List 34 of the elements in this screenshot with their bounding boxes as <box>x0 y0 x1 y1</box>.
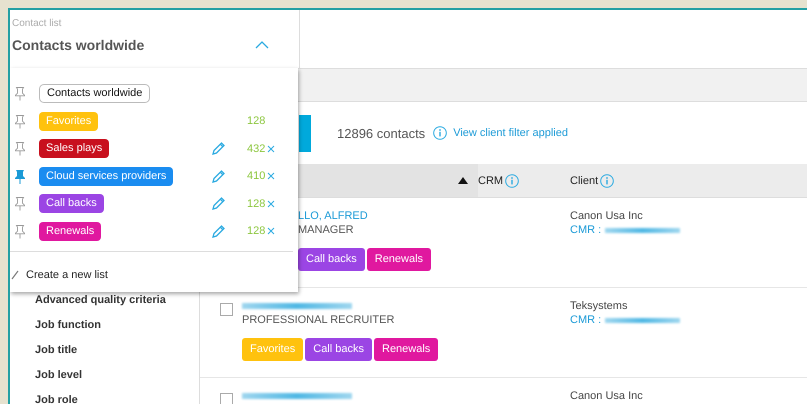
list-option[interactable]: Renewals <box>39 222 102 241</box>
column-header[interactable]: Client <box>570 164 807 197</box>
job-title: MANAGER <box>298 223 354 237</box>
client-name: Canon Usa Inc <box>570 209 643 223</box>
client-name: Teksystems <box>570 299 628 313</box>
contact-count: 12896 contacts <box>337 126 426 140</box>
filter-item[interactable]: Advanced quality criteria <box>35 294 166 307</box>
list-option[interactable]: Cloud services providers <box>39 166 174 186</box>
filter-item[interactable]: Job level <box>35 369 82 382</box>
list-tag[interactable]: Renewals <box>374 338 438 361</box>
list-count: 432 <box>247 142 266 155</box>
filter-item[interactable]: Job function <box>35 319 101 332</box>
list-selector[interactable]: Contacts worldwide <box>12 37 144 53</box>
dropdown-label: Contact list <box>12 18 62 29</box>
create-list-link[interactable]: Create a new list <box>26 269 108 281</box>
filter-item[interactable]: Job title <box>35 344 78 357</box>
column-header[interactable]: CRM <box>478 164 570 197</box>
list-count: 128 <box>247 198 266 210</box>
cmr-label[interactable]: CMR : <box>570 313 602 327</box>
list-tag[interactable]: Renewals <box>366 248 432 271</box>
list-count: 128 <box>247 225 266 238</box>
list-option[interactable]: Call backs <box>39 194 104 214</box>
job-title: PROFESSIONAL RECRUITER <box>242 313 394 327</box>
filter-link[interactable]: View client filter applied <box>453 127 568 139</box>
cmr-label[interactable]: CMR : <box>570 223 602 237</box>
list-count: 410 <box>247 170 266 182</box>
list-option[interactable]: Sales plays <box>39 139 110 158</box>
client-name: Canon Usa Inc <box>570 389 643 403</box>
list-option[interactable]: Contacts worldwide <box>39 84 150 104</box>
filter-item[interactable]: Job role <box>35 394 78 404</box>
list-tag[interactable]: Call backs <box>305 338 372 361</box>
contact-name[interactable]: LLO, ALFRED <box>298 209 368 223</box>
list-tag[interactable]: Call backs <box>298 248 365 271</box>
list-count: 128 <box>247 115 266 128</box>
